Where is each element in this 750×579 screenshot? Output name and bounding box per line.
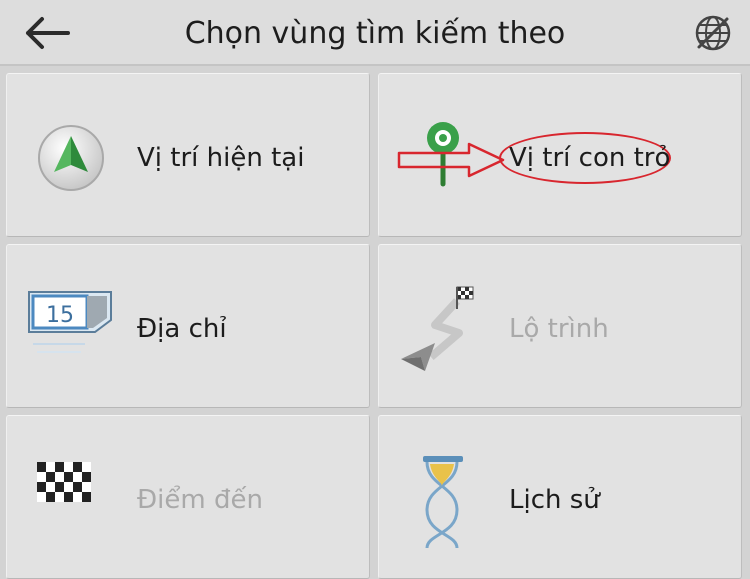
route-icon bbox=[395, 281, 491, 377]
tile-label: Địa chỉ bbox=[137, 314, 227, 344]
tile-history[interactable]: Lịch sử bbox=[378, 415, 742, 579]
tile-destination[interactable]: Điểm đến bbox=[6, 415, 370, 579]
arrow-left-icon bbox=[26, 17, 70, 49]
tile-current-location[interactable]: Vị trí hiện tại bbox=[6, 73, 370, 237]
globe-off-icon bbox=[695, 15, 731, 51]
address-sign-15-icon: 15 bbox=[23, 281, 119, 377]
tile-route[interactable]: Lộ trình bbox=[378, 244, 742, 408]
tile-label: Điểm đến bbox=[137, 485, 263, 515]
back-button[interactable] bbox=[14, 10, 80, 56]
top-bar: Chọn vùng tìm kiếm theo bbox=[0, 0, 750, 66]
green-arrow-location-icon bbox=[23, 110, 119, 206]
hourglass-icon bbox=[395, 452, 491, 548]
tile-label: Vị trí con trỏ bbox=[509, 143, 671, 173]
address-number: 15 bbox=[46, 303, 74, 328]
tile-label: Lộ trình bbox=[509, 314, 609, 344]
page-title: Chọn vùng tìm kiếm theo bbox=[184, 15, 566, 51]
tile-cursor-location[interactable]: Vị trí con trỏ bbox=[378, 73, 742, 237]
checkered-flag-icon bbox=[23, 452, 119, 548]
tile-label: Lịch sử bbox=[509, 485, 600, 515]
tile-label: Vị trí hiện tại bbox=[137, 143, 305, 173]
globe-button[interactable] bbox=[688, 10, 738, 56]
red-arrow-annotation bbox=[397, 142, 505, 178]
tile-address[interactable]: 15 Địa chỉ bbox=[6, 244, 370, 408]
